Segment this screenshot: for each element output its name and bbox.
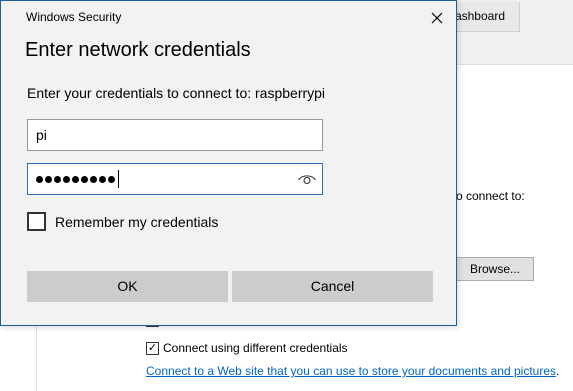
password-dot xyxy=(108,175,115,183)
password-dot xyxy=(36,175,43,183)
text-caret xyxy=(118,170,119,188)
password-dot xyxy=(90,175,97,183)
eye-icon[interactable] xyxy=(297,170,317,188)
password-dot xyxy=(63,175,70,183)
link-period: . xyxy=(556,364,560,378)
credentials-dialog: Windows Security Enter network credentia… xyxy=(0,0,457,326)
username-input[interactable] xyxy=(36,126,286,144)
password-dot xyxy=(81,175,88,183)
window-title: Windows Security xyxy=(26,10,122,24)
dialog-prompt: Enter your credentials to connect to: ra… xyxy=(27,85,326,101)
password-dot xyxy=(72,175,79,183)
password-dot xyxy=(99,175,106,183)
password-masked-value[interactable] xyxy=(36,169,119,189)
background-connect-to-text: o connect to: xyxy=(456,189,525,203)
ok-button[interactable]: OK xyxy=(27,271,228,302)
remember-credentials-label: Remember my credentials xyxy=(55,213,219,230)
background-divider xyxy=(456,64,573,65)
password-field[interactable] xyxy=(27,163,323,195)
background-vertical-line xyxy=(36,326,37,391)
password-dot xyxy=(54,175,61,183)
username-field[interactable] xyxy=(27,119,323,151)
different-credentials-option[interactable]: ✓ Connect using different credentials xyxy=(146,340,348,356)
close-button[interactable] xyxy=(419,1,455,35)
web-site-link[interactable]: Connect to a Web site that you can use t… xyxy=(146,364,556,378)
cancel-button[interactable]: Cancel xyxy=(232,271,433,302)
close-icon xyxy=(431,12,443,24)
remember-credentials-option[interactable]: Remember my credentials xyxy=(27,212,218,231)
browse-button[interactable]: Browse... xyxy=(456,257,534,281)
different-credentials-label: Connect using different credentials xyxy=(163,341,348,355)
dialog-heading: Enter network credentials xyxy=(25,39,251,61)
remember-credentials-checkbox[interactable] xyxy=(27,212,46,231)
checkmark-icon: ✓ xyxy=(147,341,158,354)
different-credentials-checkbox[interactable]: ✓ xyxy=(146,341,159,355)
password-dot xyxy=(45,175,52,183)
web-site-link-row: Connect to a Web site that you can use t… xyxy=(146,364,559,378)
